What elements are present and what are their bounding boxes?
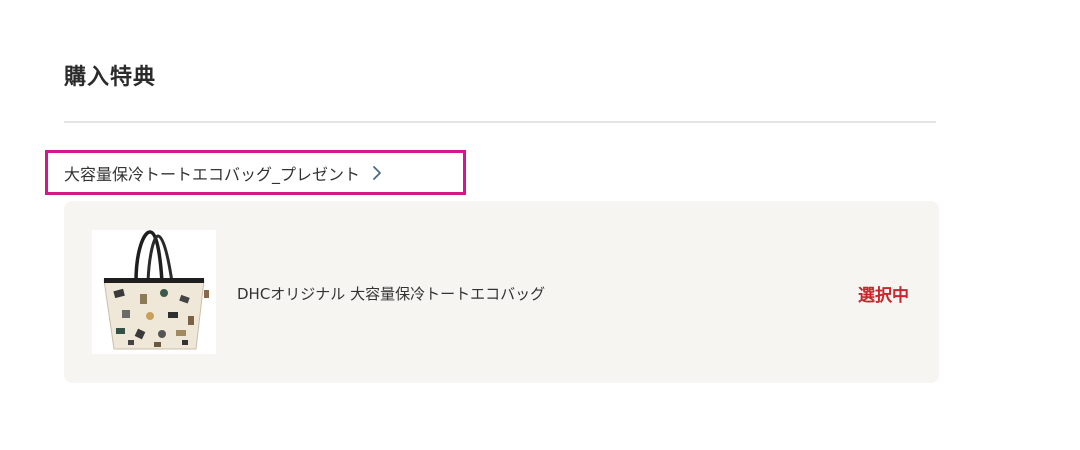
campaign-link[interactable]: 大容量保冷トートエコバッグ_プレゼント [45,150,466,195]
gift-item-name: DHCオリジナル 大容量保冷トートエコバッグ [237,285,546,303]
tote-bag-image [92,230,216,354]
selected-status-label: 選択中 [858,286,909,306]
section-divider [64,121,936,123]
gift-item-card[interactable]: DHCオリジナル 大容量保冷トートエコバッグ 選択中 [64,201,939,383]
tote-bag-illustration [103,230,209,350]
section-title: 購入特典 [64,65,157,90]
campaign-link-label: 大容量保冷トートエコバッグ_プレゼント [64,164,361,184]
chevron-right-icon [373,165,381,180]
